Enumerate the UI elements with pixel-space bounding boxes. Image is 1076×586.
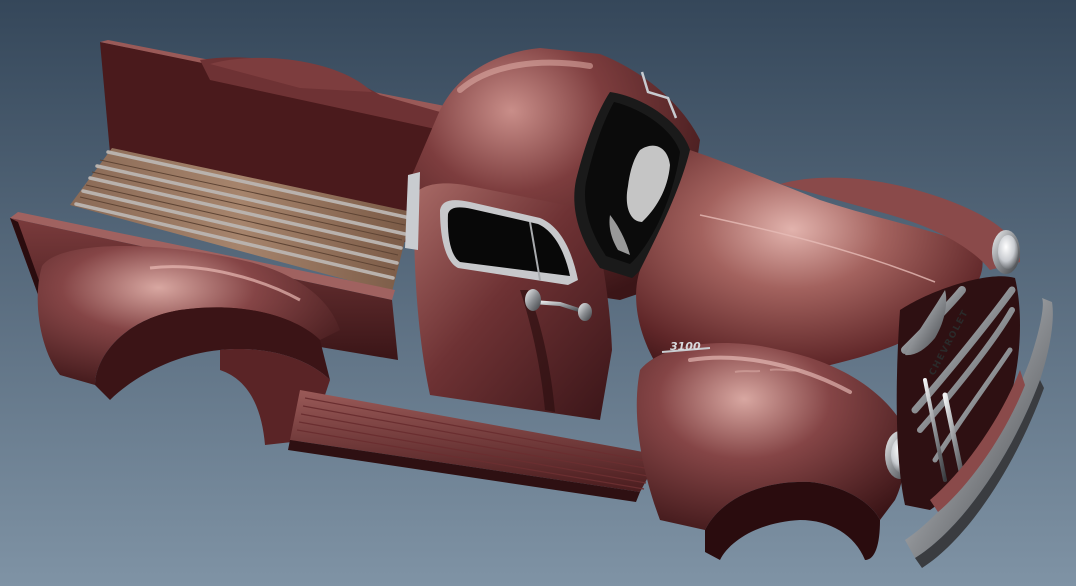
truck-render: 3100 CHEVROLET — [0, 0, 1076, 586]
headlamp-far — [992, 230, 1020, 274]
render-viewport: 3100 CHEVROLET — [0, 0, 1076, 586]
fender-badge-text: 3100 — [670, 340, 701, 353]
